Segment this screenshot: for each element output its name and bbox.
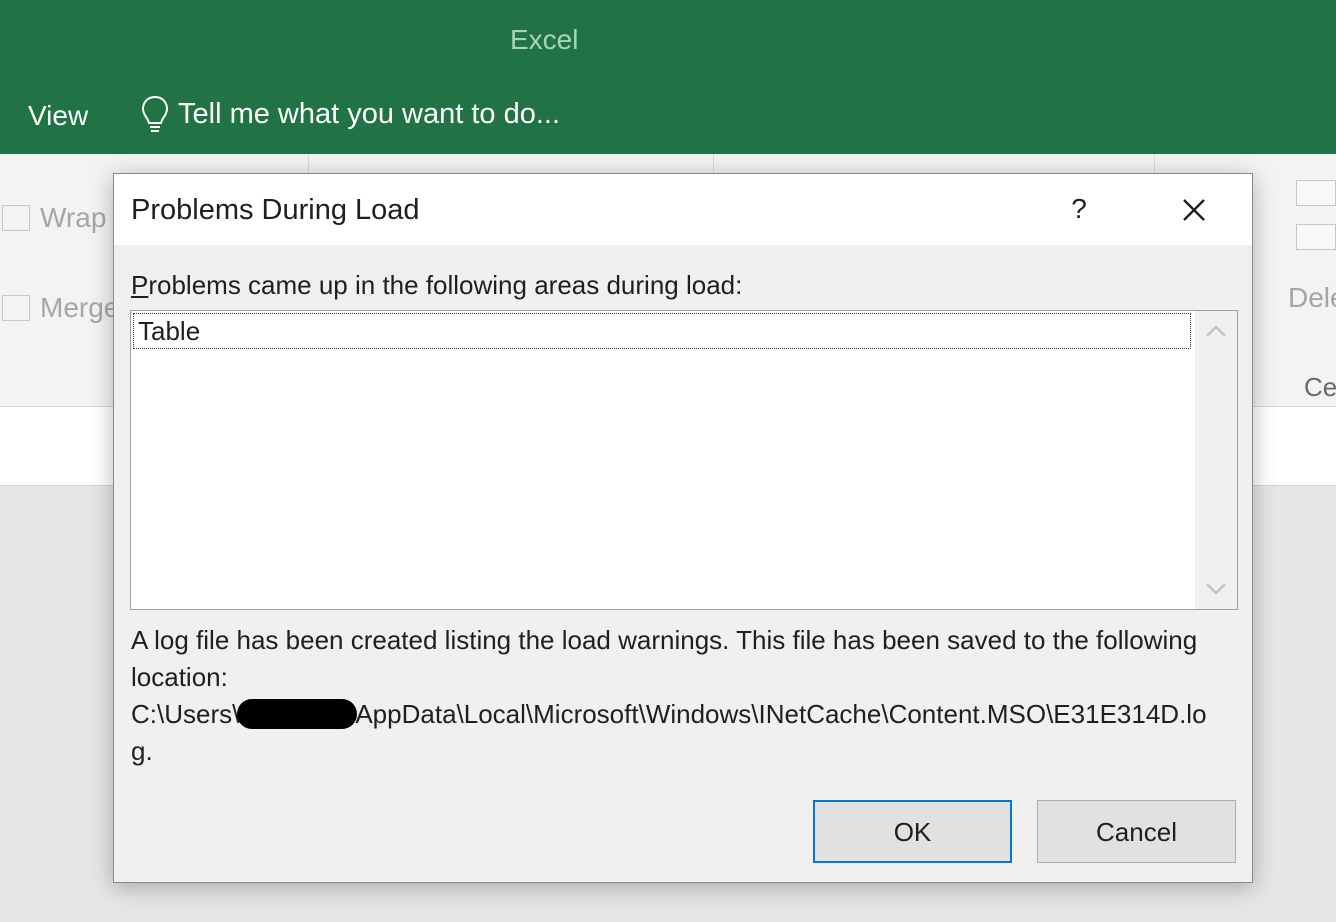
problems-label-text: roblems came up in the following areas d… bbox=[148, 270, 743, 300]
log-message-text: A log file has been created listing the … bbox=[131, 625, 1198, 692]
listbox-scrollbar[interactable] bbox=[1195, 311, 1237, 609]
help-icon: ? bbox=[1071, 193, 1087, 224]
help-button[interactable]: ? bbox=[1058, 188, 1100, 230]
redacted-username bbox=[237, 699, 358, 729]
app-title: Excel bbox=[510, 24, 579, 55]
problems-label: Problems came up in the following areas … bbox=[131, 270, 742, 301]
log-file-message: A log file has been created listing the … bbox=[131, 622, 1241, 770]
problems-listbox[interactable]: Table bbox=[130, 310, 1238, 610]
tell-me-search[interactable]: Tell me what you want to do... bbox=[140, 94, 560, 134]
tell-me-text: Tell me what you want to do... bbox=[178, 97, 561, 130]
wrap-text-label: Wrap bbox=[40, 202, 107, 233]
scroll-up-button[interactable] bbox=[1195, 311, 1237, 351]
access-key: P bbox=[131, 270, 149, 300]
scroll-track[interactable] bbox=[1195, 351, 1237, 569]
excel-title-bar: Excel View Tell me what you want to do..… bbox=[0, 0, 1336, 154]
path-tail: g. bbox=[131, 736, 153, 766]
scroll-down-icon bbox=[1206, 583, 1226, 595]
problems-during-load-dialog: Problems During Load ? Problems came up … bbox=[113, 173, 1253, 883]
merge-icon bbox=[2, 295, 30, 321]
scroll-down-button[interactable] bbox=[1195, 569, 1237, 609]
list-item[interactable]: Table bbox=[133, 313, 1191, 349]
tab-view[interactable]: View bbox=[28, 100, 88, 132]
close-button[interactable] bbox=[1172, 188, 1216, 232]
dialog-title: Problems During Load bbox=[131, 194, 420, 226]
cancel-button[interactable]: Cancel bbox=[1037, 800, 1236, 863]
wrap-text-icon bbox=[2, 205, 30, 231]
delete-cells-icon[interactable] bbox=[1296, 224, 1336, 250]
lightbulb-icon bbox=[141, 95, 169, 132]
path-prefix: C:\Users\ bbox=[131, 699, 240, 729]
delete-button[interactable]: Delete bbox=[1288, 282, 1336, 314]
close-icon bbox=[1183, 199, 1205, 221]
scroll-up-icon bbox=[1206, 325, 1226, 337]
wrap-text-button[interactable]: Wrap bbox=[2, 202, 106, 234]
path-suffix: AppData\Local\Microsoft\Windows\INetCach… bbox=[355, 699, 1207, 729]
merge-label: Merge bbox=[40, 292, 120, 323]
cells-group-label: Cells bbox=[1304, 372, 1336, 402]
log-file-path: C:\Users\ AppData\Local\Microsoft\Windows… bbox=[131, 696, 1241, 733]
ok-button[interactable]: OK bbox=[813, 800, 1012, 863]
insert-cells-icon[interactable] bbox=[1296, 180, 1336, 206]
dialog-header: Problems During Load ? bbox=[114, 174, 1252, 245]
merge-button[interactable]: Merge bbox=[2, 292, 119, 324]
